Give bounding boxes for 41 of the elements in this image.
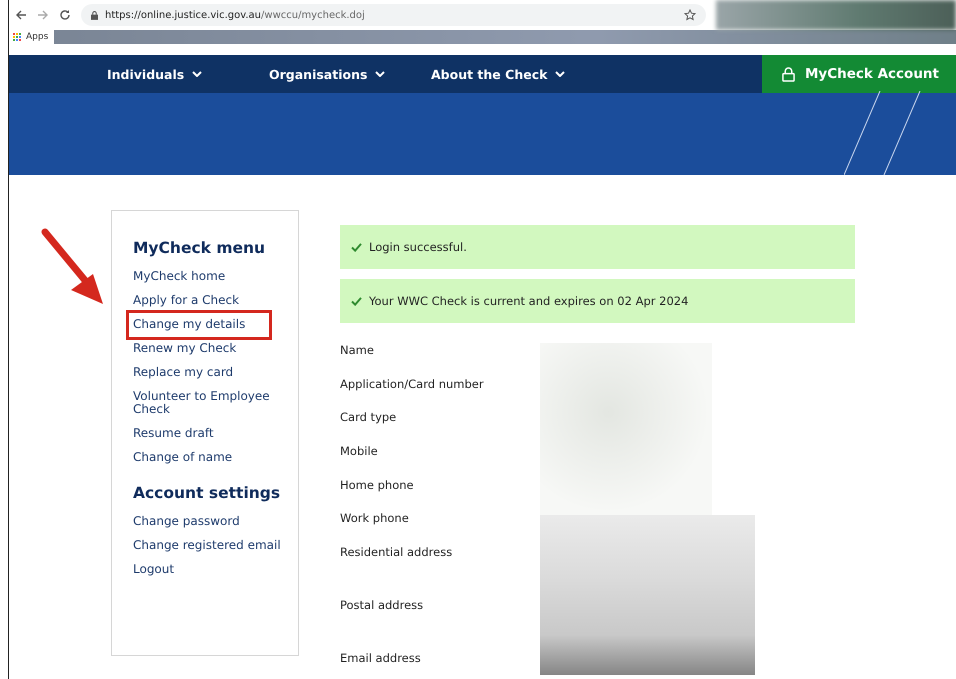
sidebar-link[interactable]: Change registered email bbox=[133, 534, 281, 558]
field-label: Postal address bbox=[340, 598, 424, 612]
sidebar-link[interactable]: Change of name bbox=[133, 446, 232, 470]
nav-menu-item[interactable]: Organisations bbox=[269, 66, 431, 82]
lock-icon bbox=[91, 10, 98, 20]
bookmark-link[interactable]: Apps bbox=[9, 32, 54, 42]
sidebar-heading: Account settings bbox=[133, 484, 280, 502]
chevron-down-icon bbox=[375, 71, 386, 77]
field-label: Name bbox=[340, 343, 374, 357]
alert-text: Login successful. bbox=[369, 240, 467, 254]
field-label: Email address bbox=[340, 651, 421, 666]
sidebar-link[interactable]: Change my details bbox=[129, 313, 270, 337]
field-label: Home phone bbox=[340, 478, 414, 492]
nav-menu-item[interactable]: About the Check bbox=[431, 66, 593, 82]
field-label: Card type bbox=[340, 410, 396, 424]
chevron-down-icon bbox=[192, 71, 202, 77]
apps-grid-icon bbox=[13, 32, 22, 42]
field-label: Residential address bbox=[340, 545, 452, 560]
nav-menu-item[interactable]: Individuals bbox=[107, 66, 269, 82]
sidebar-link[interactable]: Volunteer to Employee Check bbox=[133, 385, 288, 422]
star-icon[interactable] bbox=[684, 9, 696, 21]
sidebar-link[interactable]: Apply for a Check bbox=[133, 289, 240, 313]
sidebar-heading: MyCheck menu bbox=[133, 239, 266, 257]
alert-text: Your WWC Check is current and expires on 02 Apr 2024 bbox=[369, 294, 688, 308]
back-icon[interactable] bbox=[15, 9, 27, 21]
field-label: Application/Card number bbox=[340, 376, 484, 391]
chevron-down-icon bbox=[555, 71, 566, 77]
check-icon bbox=[351, 242, 362, 252]
account-button[interactable]: MyCheck Account bbox=[762, 55, 956, 93]
sidebar-link[interactable]: Logout bbox=[133, 558, 174, 582]
field-label: Mobile bbox=[340, 444, 378, 458]
field-label: Work phone bbox=[340, 511, 409, 526]
address-field[interactable]: https://online.justice.vic.gov.au/wwccu/mycheck.doj bbox=[81, 4, 706, 26]
sidebar-link[interactable]: MyCheck home bbox=[133, 265, 226, 289]
check-icon bbox=[351, 296, 362, 306]
sidebar-link[interactable]: Replace my card bbox=[133, 361, 234, 385]
reload-icon[interactable] bbox=[59, 9, 71, 21]
sidebar-link[interactable]: Change password bbox=[133, 510, 240, 534]
sidebar-link[interactable]: Resume draft bbox=[133, 422, 214, 446]
sidebar-link[interactable]: Renew my Check bbox=[133, 337, 236, 361]
padlock-icon bbox=[782, 66, 795, 82]
